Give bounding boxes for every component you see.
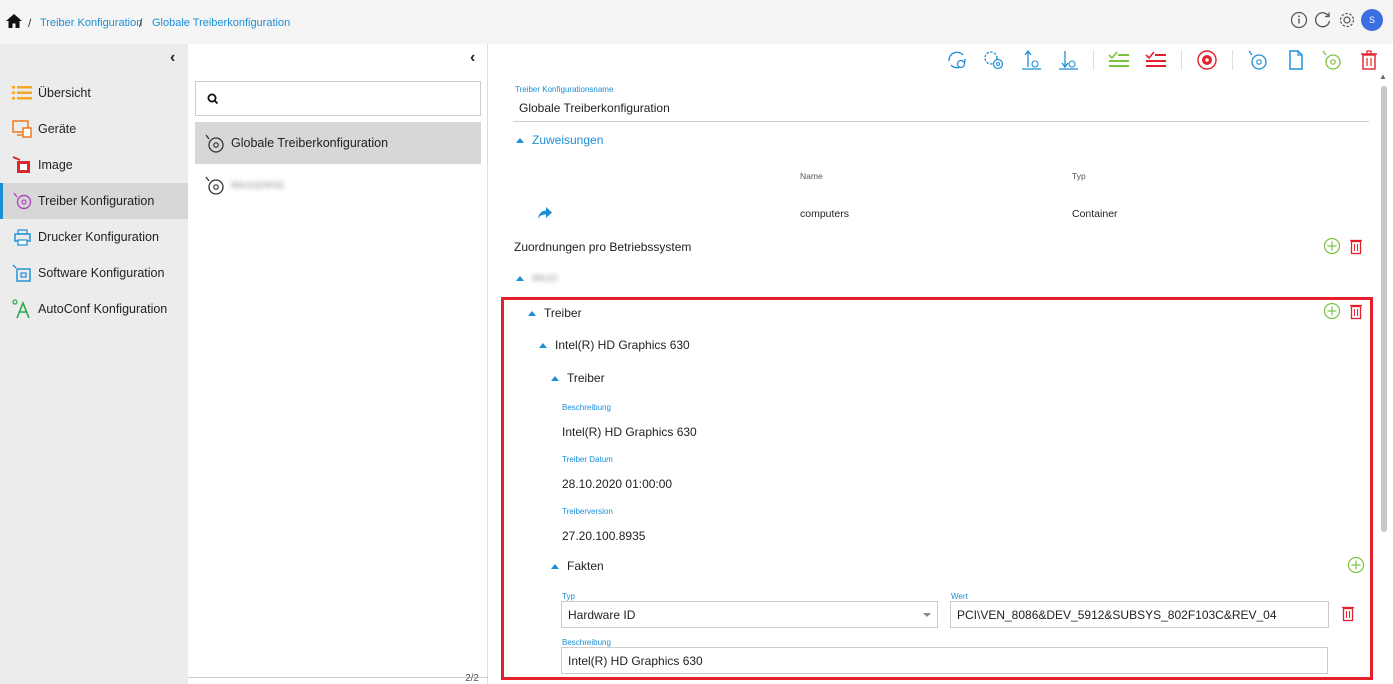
- upload-driver-icon[interactable]: [1019, 48, 1043, 72]
- sidebar: ‹ Übersicht Geräte Image Treiber Konfigu…: [0, 44, 188, 684]
- search-input[interactable]: [195, 81, 481, 116]
- list-collapse-chevron-left-icon[interactable]: ‹: [470, 49, 475, 67]
- header-actions: S: [1289, 9, 1383, 31]
- breadcrumb-separator: /: [139, 16, 143, 30]
- refresh-icon[interactable]: [1313, 10, 1333, 30]
- assignments-section-toggle[interactable]: Zuweisungen: [516, 133, 603, 147]
- config-name-label: Treiber Konfigurationsname: [515, 85, 614, 94]
- sidebar-item-geraete[interactable]: Geräte: [0, 111, 188, 147]
- download-driver-icon[interactable]: [1056, 48, 1080, 72]
- assignments-title: Zuweisungen: [532, 133, 604, 147]
- delete-trash-icon[interactable]: [1357, 48, 1381, 72]
- sidebar-item-autoconf-konfiguration[interactable]: AutoConf Konfiguration: [0, 291, 188, 327]
- list-footer-divider: [188, 677, 488, 678]
- collapse-triangle-icon: [516, 137, 524, 143]
- sidebar-item-label: Software Konfiguration: [38, 266, 165, 280]
- autoconf-icon: [11, 299, 33, 319]
- scroll-up-arrow-icon[interactable]: ▲: [1379, 72, 1387, 81]
- user-avatar[interactable]: S: [1361, 9, 1383, 31]
- list-item[interactable]: Globale Treiberkonfiguration: [195, 122, 481, 164]
- top-bar: / Treiber Konfiguration / Globale Treibe…: [0, 0, 1393, 44]
- assignment-row-name: computers: [800, 208, 850, 220]
- sidebar-item-treiber-konfiguration[interactable]: Treiber Konfiguration: [0, 183, 188, 219]
- pager: 2/2: [465, 673, 479, 684]
- settings-gear-icon[interactable]: [1337, 10, 1357, 30]
- software-icon: [11, 263, 33, 283]
- info-icon[interactable]: [1289, 10, 1309, 30]
- os-section-toggle[interactable]: Win10: [516, 273, 558, 283]
- config-name-input[interactable]: Globale Treiberkonfiguration: [513, 94, 1369, 122]
- sidebar-item-label: Treiber Konfiguration: [38, 194, 155, 208]
- home-icon[interactable]: [6, 14, 22, 28]
- sidebar-item-label: Drucker Konfiguration: [38, 230, 159, 244]
- search-icon: [207, 93, 219, 105]
- scrollbar-thumb[interactable]: [1381, 86, 1387, 532]
- sidebar-collapse-chevron-left-icon[interactable]: ‹: [170, 49, 175, 67]
- config-list-pane: ‹ Globale Treiberkonfiguration Win10(24H…: [188, 44, 488, 684]
- driver-disc-icon: [205, 176, 224, 195]
- config-name-value: Globale Treiberkonfiguration: [519, 100, 670, 115]
- sidebar-item-label: Geräte: [38, 122, 77, 136]
- breadcrumb-item-globale-treiberkonfiguration[interactable]: Globale Treiberkonfiguration: [152, 17, 290, 29]
- share-arrow-icon[interactable]: [537, 206, 553, 220]
- highlight-frame: [501, 297, 1373, 680]
- sidebar-item-label: Image: [38, 158, 73, 172]
- assign-list-remove-icon[interactable]: [1144, 48, 1168, 72]
- sidebar-item-label: AutoConf Konfiguration: [38, 302, 168, 316]
- sync-icon[interactable]: [945, 48, 969, 72]
- os-name: Win10: [532, 273, 558, 283]
- list-item[interactable]: Win10(24H2): [195, 164, 481, 206]
- toolbar-divider: [1093, 50, 1094, 70]
- printer-icon: [11, 227, 33, 247]
- toolbar-divider: [1181, 50, 1182, 70]
- sidebar-item-software-konfiguration[interactable]: Software Konfiguration: [0, 255, 188, 291]
- breadcrumb-separator: /: [28, 16, 32, 30]
- sidebar-item-drucker-konfiguration[interactable]: Drucker Konfiguration: [0, 219, 188, 255]
- driver-settings-icon[interactable]: [982, 48, 1006, 72]
- list-item-label: Win10(24H2): [231, 180, 285, 190]
- assignments-column-name: Name: [800, 171, 823, 181]
- stop-disc-icon[interactable]: [1195, 48, 1219, 72]
- add-os-mapping-plus-icon[interactable]: [1323, 237, 1341, 255]
- new-driver-disc-icon[interactable]: [1246, 48, 1270, 72]
- add-driver-disc-icon[interactable]: [1320, 48, 1344, 72]
- devices-icon: [11, 119, 33, 139]
- driver-disc-icon: [205, 134, 224, 153]
- driver-disc-icon: [11, 191, 33, 211]
- assignment-row-type: Container: [1072, 208, 1118, 220]
- copy-document-icon[interactable]: [1283, 48, 1307, 72]
- sidebar-item-image[interactable]: Image: [0, 147, 188, 183]
- breadcrumb-item-treiber-konfiguration[interactable]: Treiber Konfiguration: [40, 17, 142, 29]
- toolbar-divider: [1232, 50, 1233, 70]
- assign-list-add-icon[interactable]: [1107, 48, 1131, 72]
- collapse-triangle-icon: [516, 275, 524, 281]
- sidebar-item-label: Übersicht: [38, 86, 91, 100]
- assignments-column-type: Typ: [1072, 171, 1086, 181]
- detail-toolbar: [945, 48, 1381, 72]
- list-icon: [11, 83, 33, 103]
- image-icon: [11, 155, 33, 175]
- list-item-label: Globale Treiberkonfiguration: [231, 136, 389, 150]
- delete-os-mapping-trash-icon[interactable]: [1349, 237, 1363, 255]
- sidebar-item-uebersicht[interactable]: Übersicht: [0, 75, 188, 111]
- os-mapping-title: Zuordnungen pro Betriebssystem: [514, 240, 692, 254]
